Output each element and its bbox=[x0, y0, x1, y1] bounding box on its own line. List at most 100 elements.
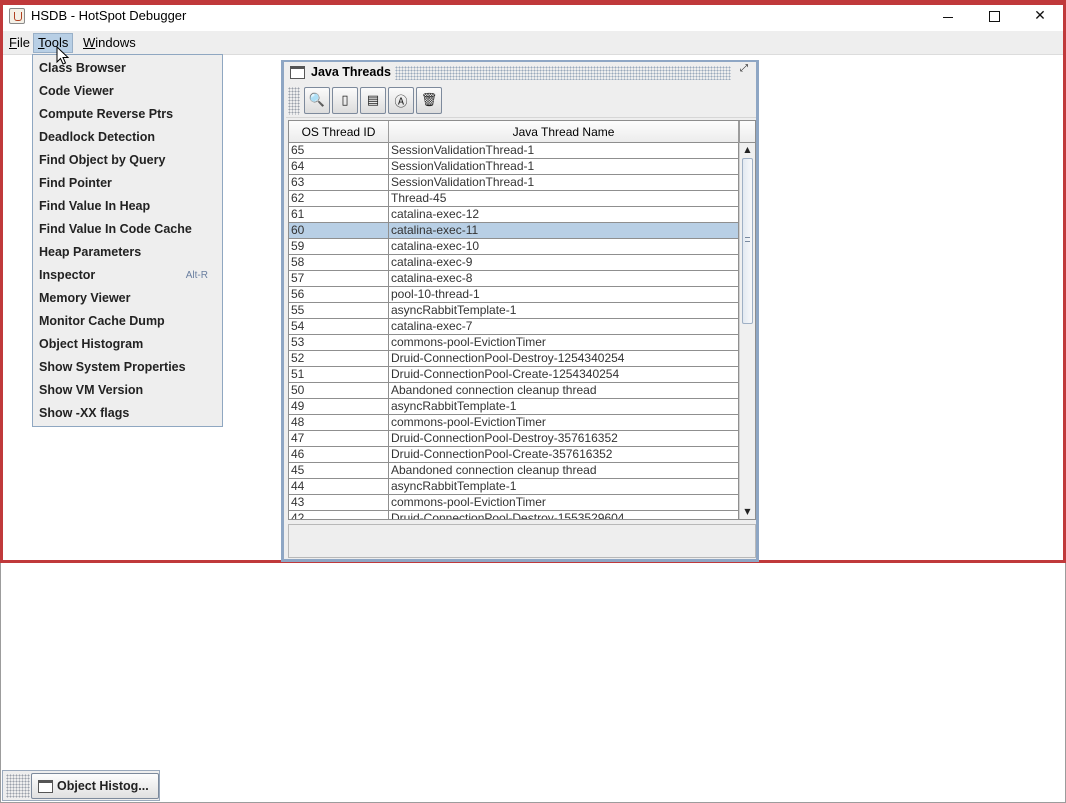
tools-menu-dropdown: Class Browser Code Viewer Compute Reverse … bbox=[32, 54, 223, 427]
cell-java-thread-name: catalina-exec-10 bbox=[389, 239, 739, 254]
menu-item-inspector[interactable]: Inspector Alt-R bbox=[33, 264, 222, 287]
minimize-button[interactable] bbox=[925, 5, 971, 27]
menu-item-label: Class Browser bbox=[39, 61, 126, 75]
title-bar[interactable]: HSDB - HotSpot Debugger ✕ bbox=[3, 5, 1063, 31]
iconified-grip[interactable] bbox=[6, 774, 30, 798]
menu-windows[interactable]: Windows bbox=[79, 33, 140, 53]
cell-java-thread-name: catalina-exec-12 bbox=[389, 207, 739, 222]
mouse-cursor-icon bbox=[56, 46, 70, 65]
menu-item-find-pointer[interactable]: Find Pointer bbox=[33, 172, 222, 195]
cell-java-thread-name: SessionValidationThread-1 bbox=[389, 159, 739, 174]
cell-os-thread-id: 65 bbox=[289, 143, 389, 158]
cell-os-thread-id: 45 bbox=[289, 463, 389, 478]
table-row[interactable]: 52 Druid-ConnectionPool-Destroy-125434025… bbox=[289, 351, 739, 367]
menu-item-show-system-properties[interactable]: Show System Properties bbox=[33, 356, 222, 379]
menu-item-show-vm-version[interactable]: Show VM Version bbox=[33, 379, 222, 402]
vertical-scrollbar[interactable]: ▲ ▼ bbox=[739, 143, 755, 519]
cell-os-thread-id: 55 bbox=[289, 303, 389, 318]
cell-java-thread-name: SessionValidationThread-1 bbox=[389, 175, 739, 190]
table-row[interactable]: 55 asyncRabbitTemplate-1 bbox=[289, 303, 739, 319]
cell-java-thread-name: catalina-exec-9 bbox=[389, 255, 739, 270]
menu-item-find-value-in-code-cache[interactable]: Find Value In Code Cache bbox=[33, 218, 222, 241]
menu-windows-label: Windows bbox=[83, 35, 136, 50]
cell-java-thread-name: Abandoned connection cleanup thread bbox=[389, 463, 739, 478]
desktop: HSDB - HotSpot Debugger ✕ File Tools Win… bbox=[0, 0, 1066, 803]
menu-item-show-xx-flags[interactable]: Show -XX flags bbox=[33, 402, 222, 425]
table-row[interactable]: 47 Druid-ConnectionPool-Destroy-357616352 bbox=[289, 431, 739, 447]
scrollbar-thumb[interactable] bbox=[742, 158, 753, 324]
table-row[interactable]: 59 catalina-exec-10 bbox=[289, 239, 739, 255]
cell-os-thread-id: 44 bbox=[289, 479, 389, 494]
inspect-thread-button[interactable]: 🔍 bbox=[304, 87, 330, 114]
trash-icon: 🗑 bbox=[420, 93, 438, 108]
table-row[interactable]: 48 commons-pool-EvictionTimer bbox=[289, 415, 739, 431]
menu-file[interactable]: File bbox=[5, 33, 34, 53]
toolbar-grip[interactable] bbox=[288, 87, 300, 115]
scroll-up-icon[interactable]: ▲ bbox=[742, 144, 753, 156]
column-header-java-thread-name[interactable]: Java Thread Name bbox=[389, 121, 739, 143]
menu-item-deadlock-detection[interactable]: Deadlock Detection bbox=[33, 126, 222, 149]
close-button[interactable]: ✕ bbox=[1017, 5, 1063, 27]
table-corner bbox=[739, 121, 755, 143]
maximize-button[interactable] bbox=[971, 5, 1017, 27]
menu-item-label: Show System Properties bbox=[39, 360, 186, 374]
cell-java-thread-name: commons-pool-EvictionTimer bbox=[389, 415, 739, 430]
cell-os-thread-id: 46 bbox=[289, 447, 389, 462]
table-row[interactable]: 58 catalina-exec-9 bbox=[289, 255, 739, 271]
table-row[interactable]: 50 Abandoned connection cleanup thread bbox=[289, 383, 739, 399]
table-row[interactable]: 57 catalina-exec-8 bbox=[289, 271, 739, 287]
restore-icon[interactable]: ⤢ bbox=[740, 64, 752, 76]
menu-item-find-object-by-query[interactable]: Find Object by Query bbox=[33, 149, 222, 172]
scroll-down-icon[interactable]: ▼ bbox=[742, 506, 753, 518]
table-row[interactable]: 45 Abandoned connection cleanup thread bbox=[289, 463, 739, 479]
table-row[interactable]: 65 SessionValidationThread-1 bbox=[289, 143, 739, 159]
table-row[interactable]: 51 Druid-ConnectionPool-Create-1254340254 bbox=[289, 367, 739, 383]
menu-item-compute-reverse-ptrs[interactable]: Compute Reverse Ptrs bbox=[33, 103, 222, 126]
menu-item-monitor-cache-dump[interactable]: Monitor Cache Dump bbox=[33, 310, 222, 333]
menu-item-heap-parameters[interactable]: Heap Parameters bbox=[33, 241, 222, 264]
thread-info-icon: Ⓐ bbox=[394, 95, 408, 110]
stack-memory-icon: ▯ bbox=[341, 93, 349, 108]
trash-button[interactable]: 🗑 bbox=[416, 87, 442, 114]
table-row[interactable]: 44 asyncRabbitTemplate-1 bbox=[289, 479, 739, 495]
menu-item-label: Find Value In Code Cache bbox=[39, 222, 192, 236]
table-row[interactable]: 54 catalina-exec-7 bbox=[289, 319, 739, 335]
table-header: OS Thread ID Java Thread Name bbox=[289, 121, 739, 143]
table-row[interactable]: 43 commons-pool-EvictionTimer bbox=[289, 495, 739, 511]
cell-os-thread-id: 57 bbox=[289, 271, 389, 286]
threads-status-panel bbox=[288, 524, 756, 558]
restore-object-histogram-button[interactable]: Object Histog... bbox=[31, 773, 159, 799]
table-row[interactable]: 56 pool-10-thread-1 bbox=[289, 287, 739, 303]
cell-os-thread-id: 54 bbox=[289, 319, 389, 334]
thread-info-button[interactable]: Ⓐ bbox=[388, 87, 414, 114]
menu-file-label: File bbox=[9, 35, 30, 50]
menu-bar: File Tools Windows bbox=[3, 31, 1063, 55]
menu-item-label: Code Viewer bbox=[39, 84, 114, 98]
cell-os-thread-id: 61 bbox=[289, 207, 389, 222]
cell-os-thread-id: 43 bbox=[289, 495, 389, 510]
cell-java-thread-name: asyncRabbitTemplate-1 bbox=[389, 303, 739, 318]
cell-os-thread-id: 64 bbox=[289, 159, 389, 174]
java-threads-title-bar[interactable]: Java Threads ⤢ bbox=[284, 62, 756, 84]
table-row[interactable]: 46 Druid-ConnectionPool-Create-357616352 bbox=[289, 447, 739, 463]
table-row[interactable]: 60 catalina-exec-11 bbox=[289, 223, 739, 239]
cell-java-thread-name: catalina-exec-8 bbox=[389, 271, 739, 286]
menu-item-label: Find Object by Query bbox=[39, 153, 166, 167]
table-row[interactable]: 53 commons-pool-EvictionTimer bbox=[289, 335, 739, 351]
table-row[interactable]: 49 asyncRabbitTemplate-1 bbox=[289, 399, 739, 415]
table-row[interactable]: 63 SessionValidationThread-1 bbox=[289, 175, 739, 191]
iconified-frame-object-histogram: Object Histog... bbox=[2, 770, 160, 801]
menu-item-memory-viewer[interactable]: Memory Viewer bbox=[33, 287, 222, 310]
stack-memory-button[interactable]: ▯ bbox=[332, 87, 358, 114]
menu-item-code-viewer[interactable]: Code Viewer bbox=[33, 80, 222, 103]
table-row[interactable]: 61 catalina-exec-12 bbox=[289, 207, 739, 223]
table-row[interactable]: 64 SessionValidationThread-1 bbox=[289, 159, 739, 175]
table-row[interactable]: 42 Druid-ConnectionPool-Destroy-155352960… bbox=[289, 511, 739, 519]
show-java-stack-button[interactable]: ▤ bbox=[360, 87, 386, 114]
menu-item-object-histogram[interactable]: Object Histogram bbox=[33, 333, 222, 356]
menu-item-find-value-in-heap[interactable]: Find Value In Heap bbox=[33, 195, 222, 218]
cell-os-thread-id: 63 bbox=[289, 175, 389, 190]
cell-java-thread-name: catalina-exec-11 bbox=[389, 223, 739, 238]
table-row[interactable]: 62 Thread-45 bbox=[289, 191, 739, 207]
column-header-os-thread-id[interactable]: OS Thread ID bbox=[289, 121, 389, 143]
